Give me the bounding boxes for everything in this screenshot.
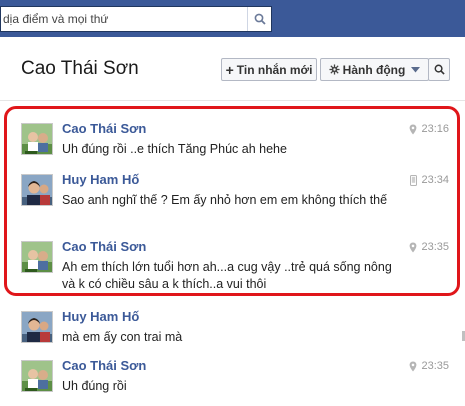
new-message-label: Tin nhắn mới xyxy=(236,62,313,77)
avatar[interactable] xyxy=(21,241,53,273)
message-text: Uh đúng rồi ..e thích Tăng Phúc ah hehe xyxy=(62,142,287,156)
location-pin-icon xyxy=(410,361,417,371)
message-meta: 23:34 xyxy=(410,174,449,186)
conversation-title: Cao Thái Sơn xyxy=(21,58,139,79)
sender-name[interactable]: Huy Ham Hố xyxy=(62,309,139,324)
conversation-header: Cao Thái Sơn + Tin nhắn mới Hành động xyxy=(0,37,465,101)
search-icon xyxy=(434,64,445,75)
search-box[interactable] xyxy=(0,6,272,32)
message-meta: 23:35 xyxy=(409,241,449,253)
message-text: Sao anh nghĩ thế ? Em ấy nhỏ hơn em em k… xyxy=(62,193,388,207)
conversation-search-button[interactable] xyxy=(428,58,450,81)
message-text: Uh đúng rồi xyxy=(62,379,127,393)
new-message-button[interactable]: + Tin nhắn mới xyxy=(221,58,317,81)
top-bar xyxy=(0,0,465,37)
sender-name[interactable]: Cao Thái Sơn xyxy=(62,239,146,254)
search-button[interactable] xyxy=(247,7,271,31)
chevron-down-icon xyxy=(411,66,421,73)
message-time: 23:34 xyxy=(421,174,449,186)
sender-name[interactable]: Cao Thái Sơn xyxy=(62,358,146,373)
message-meta: 23:35 xyxy=(409,360,449,372)
mobile-phone-icon xyxy=(410,174,418,186)
message-list: Cao Thái Sơn 23:16 Uh đúng rồi ..e thích… xyxy=(0,101,465,406)
message-meta: 23:16 xyxy=(409,123,449,135)
actions-label: Hành động xyxy=(342,62,406,77)
search-input[interactable] xyxy=(1,8,245,30)
avatar[interactable] xyxy=(21,123,53,155)
message-time: 23:35 xyxy=(421,360,449,372)
location-pin-icon xyxy=(410,242,417,252)
location-pin-icon xyxy=(410,124,417,134)
search-icon xyxy=(254,13,266,25)
sender-name[interactable]: Cao Thái Sơn xyxy=(62,121,146,136)
actions-button[interactable]: Hành động xyxy=(320,58,429,81)
gear-icon xyxy=(329,64,340,75)
avatar[interactable] xyxy=(21,174,53,206)
sender-name[interactable]: Huy Ham Hố xyxy=(62,172,139,187)
message-time: 23:35 xyxy=(421,241,449,253)
avatar[interactable] xyxy=(21,360,53,392)
message-text: mà em ấy con trai mà xyxy=(62,330,183,344)
avatar[interactable] xyxy=(21,311,53,343)
message-text: Ah em thích lớn tuổi hơn ah...a cug vậy … xyxy=(62,260,392,291)
message-time: 23:16 xyxy=(421,123,449,135)
plus-icon: + xyxy=(225,61,234,78)
